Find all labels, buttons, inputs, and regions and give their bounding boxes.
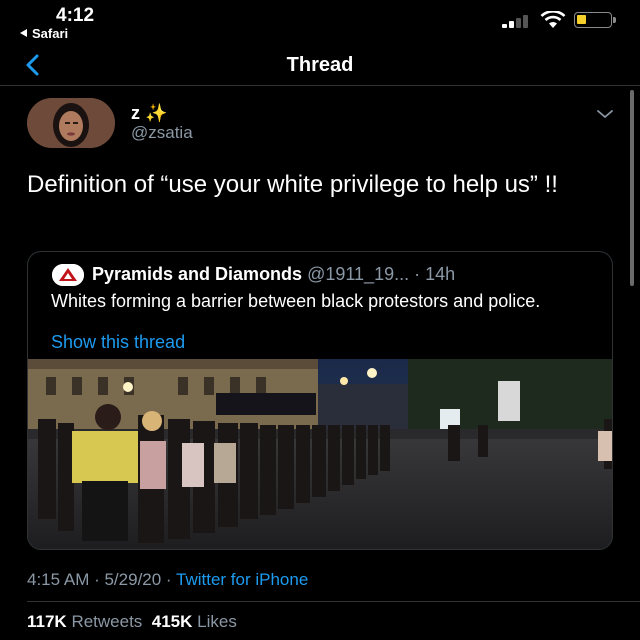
retweets-label[interactable]: Retweets [71,612,142,631]
quoted-meta: @1911_19... · 14h [307,264,456,284]
divider [27,601,640,602]
quoted-media-photo[interactable] [28,359,613,550]
status-bar: 4:12 Safari [0,0,640,44]
likes-count[interactable]: 415K [152,612,193,631]
wifi-icon [540,11,566,28]
battery-level [577,15,586,24]
avatar[interactable] [27,98,115,148]
quoted-avatar[interactable] [52,264,84,286]
back-to-safari-link[interactable]: Safari [20,26,68,41]
back-triangle-icon [20,29,27,37]
quoted-tweet-card[interactable]: Pyramids and Diamonds @1911_19... · 14h … [27,251,613,550]
nav-bar: Thread [0,44,640,86]
page-title: Thread [286,54,354,76]
tweet-stats: 117K Retweets 415K Likes [27,612,237,632]
chevron-down-icon[interactable] [596,108,614,120]
username[interactable]: @zsatia [131,123,193,143]
tweet-meta: 4:15 AM · 5/29/20 · Twitter for iPhone [27,570,308,590]
status-time: 4:12 [56,5,95,26]
tweet-source-link[interactable]: Twitter for iPhone [176,570,308,589]
display-name[interactable]: z ✨ [131,103,167,124]
tweet-timestamp: 4:15 AM · 5/29/20 · [27,570,176,589]
cellular-signal-icon [502,14,534,28]
back-app-label: Safari [32,26,69,41]
show-thread-link[interactable]: Show this thread [51,332,185,353]
quoted-header: Pyramids and Diamonds @1911_19... · 14h [92,264,455,285]
likes-label[interactable]: Likes [197,612,237,631]
scrollbar[interactable] [630,90,634,286]
quoted-text: Whites forming a barrier between black p… [51,291,541,311]
retweets-count[interactable]: 117K [27,612,67,631]
battery-icon [574,12,616,28]
quoted-display-name[interactable]: Pyramids and Diamonds [92,264,302,284]
tweet-text: Definition of “use your white privilege … [27,171,558,198]
